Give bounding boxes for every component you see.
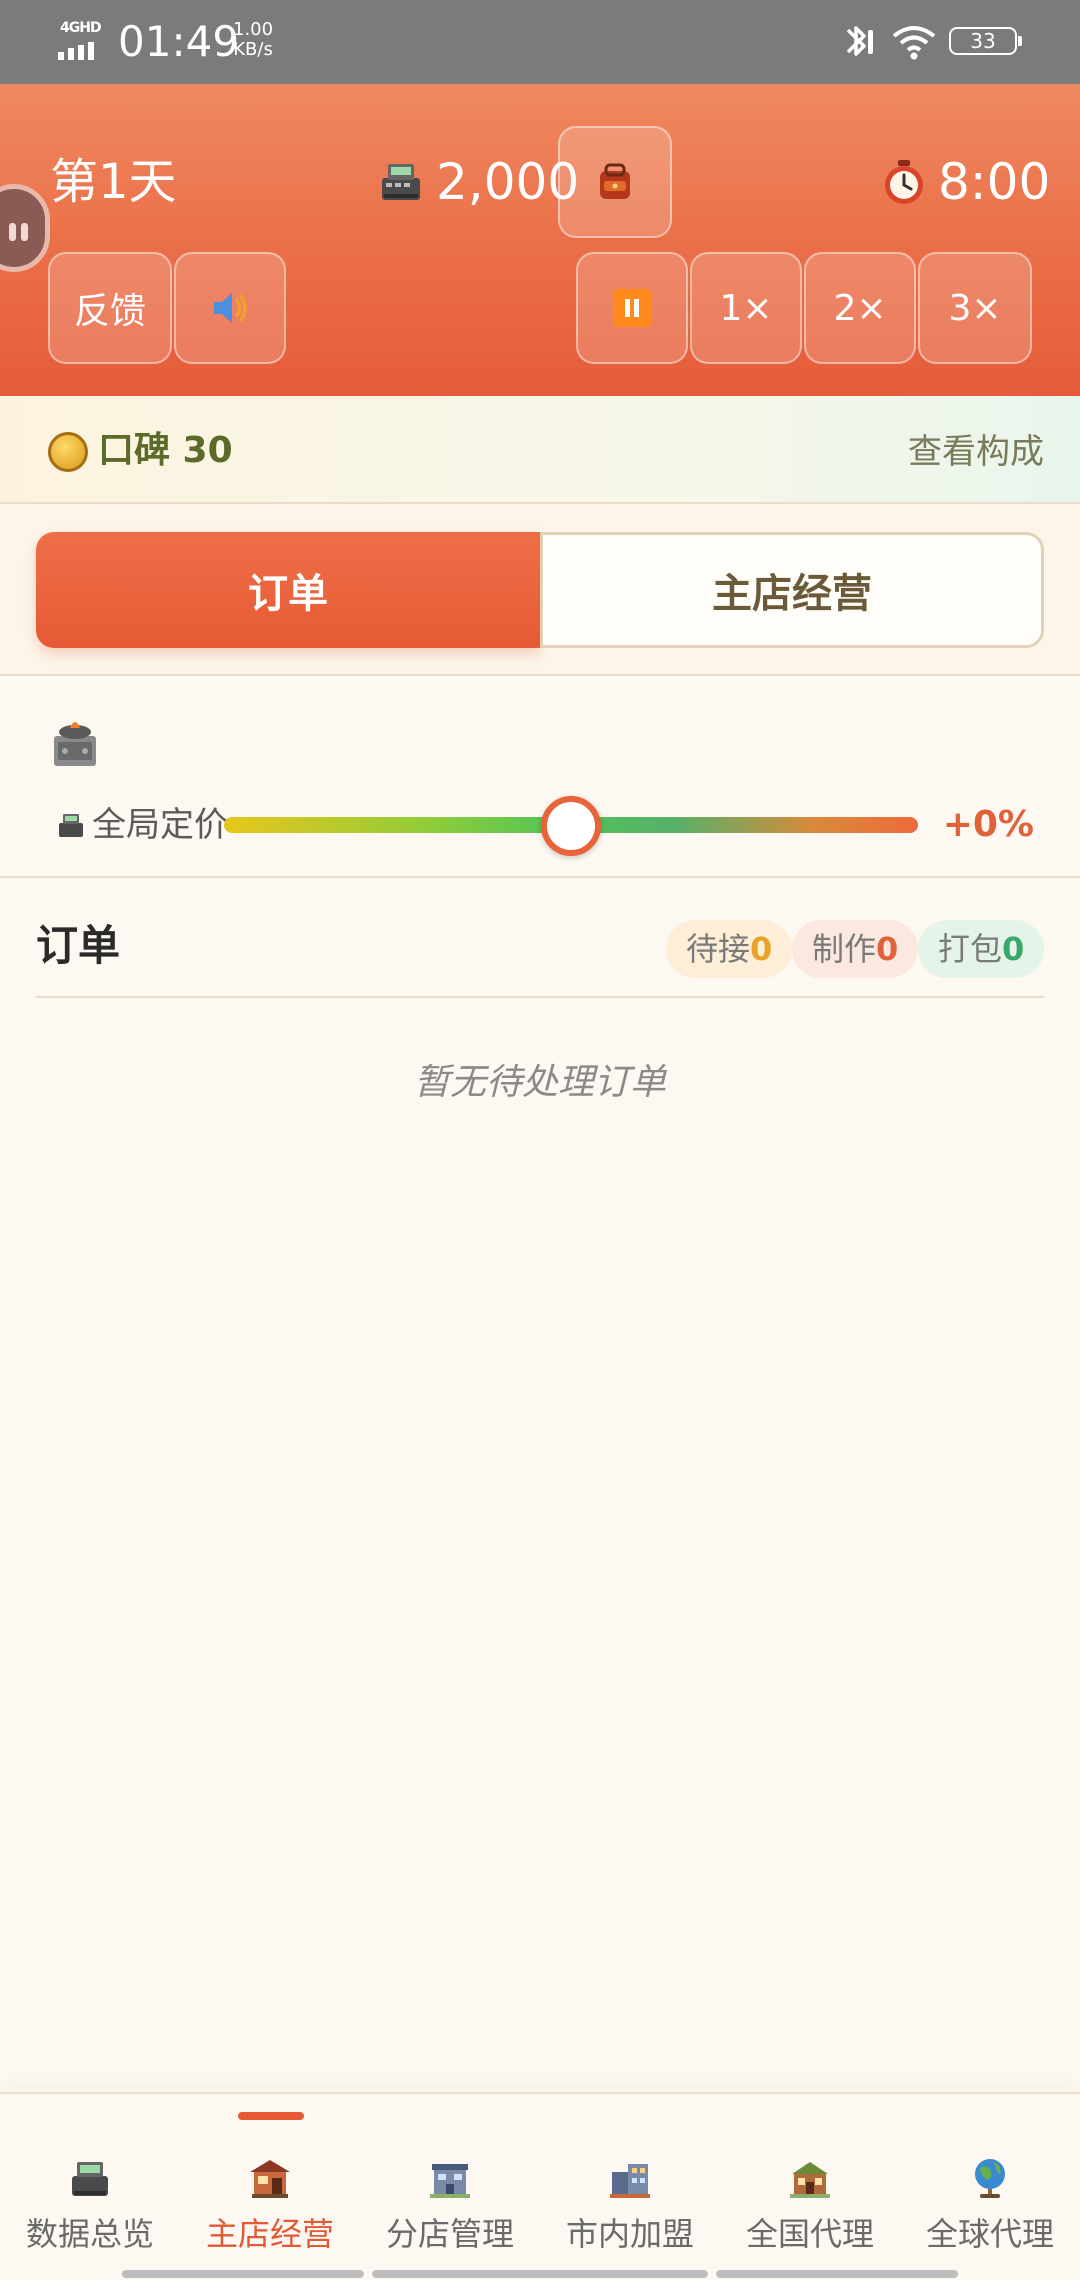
nav-global-agency[interactable]: 全球代理 (900, 2094, 1080, 2280)
network-speed-unit: KB/s (233, 39, 273, 60)
reputation-bar: 口碑 30 查看构成 (0, 396, 1080, 504)
reputation-value: 口碑 30 (98, 430, 233, 471)
pricing-value: +0% (942, 804, 1034, 845)
speed-1x-button[interactable]: 1× (690, 252, 802, 364)
nav-label: 全国代理 (745, 2215, 874, 2253)
network-type: 4GHD (60, 20, 102, 36)
inventory-button[interactable] (558, 126, 672, 238)
game-clock: 8:00 (938, 153, 1051, 211)
reputation-coin-icon (48, 432, 88, 472)
pause-button[interactable] (576, 252, 688, 364)
bluetooth-icon (846, 26, 873, 56)
speed-3x-button[interactable]: 3× (918, 252, 1032, 364)
nav-city-franchise[interactable]: 市内加盟 (540, 2094, 720, 2280)
stove-icon (54, 722, 96, 766)
pricing-section: 全局定价 +0% (0, 676, 1080, 878)
nav-main-store[interactable]: 主店经营 (180, 2094, 360, 2280)
empty-orders-message: 暂无待处理订单 (413, 1062, 666, 1103)
nav-label: 全球代理 (925, 2215, 1054, 2253)
cellular-signal-icon: 4GHD (58, 20, 104, 60)
floating-handle[interactable] (0, 184, 50, 272)
city-building-icon (610, 2164, 650, 2198)
speed-2x-button[interactable]: 2× (804, 252, 916, 364)
system-nav-bar-segment (716, 2270, 958, 2278)
global-pricing-label: 全局定价 (92, 805, 228, 845)
network-speed-value: 1.00 (233, 19, 274, 40)
shop-icon (250, 2160, 290, 2198)
nav-data-overview[interactable]: 数据总览 (0, 2094, 180, 2280)
status-badge-cooking: 制作0 (792, 920, 919, 978)
status-badge-pending: 待接0 (666, 920, 793, 978)
tab-bar: 订单 主店经营 (0, 504, 1080, 676)
nav-label: 数据总览 (25, 2215, 154, 2253)
orders-heading: 订单 (36, 921, 121, 970)
nav-label: 主店经营 (205, 2215, 334, 2253)
pricing-slider-thumb[interactable] (541, 796, 601, 856)
nav-branch-management[interactable]: 分店管理 (360, 2094, 540, 2280)
status-time: 01:49 (118, 17, 240, 66)
branch-building-icon (430, 2164, 470, 2198)
bottom-navigation: 数据总览 主店经营 分店管理 市内加盟 全国代理 全球代理 (0, 2092, 1080, 2280)
system-nav-bar-segment (122, 2270, 364, 2278)
nav-national-agency[interactable]: 全国代理 (720, 2094, 900, 2280)
feedback-button[interactable]: 反馈 (48, 252, 172, 364)
country-building-icon (790, 2162, 830, 2198)
view-composition-link[interactable]: 查看构成 (908, 428, 1044, 476)
status-bar: 4GHD 01:49 1.00 KB/s 33 (0, 0, 1080, 84)
battery-icon: 33 (949, 27, 1022, 55)
speaker-icon (214, 293, 247, 323)
status-badge-packing: 打包0 (918, 920, 1045, 978)
nav-label: 市内加盟 (565, 2215, 694, 2253)
system-nav-bar-segment (372, 2270, 708, 2278)
tab-main-store[interactable]: 主店经营 (540, 532, 1044, 648)
network-speed: 1.00 KB/s (233, 20, 273, 60)
orders-divider (36, 996, 1044, 998)
game-header: 第1天 2,000 8:00 反馈 1× 2× 3× (0, 84, 1080, 396)
backpack-icon (600, 163, 630, 199)
globe-icon (975, 2159, 1005, 2198)
cash-register-icon (382, 164, 420, 200)
alarm-clock-icon (885, 160, 923, 204)
cash-register-small-icon (59, 814, 83, 837)
day-counter: 第1天 (50, 154, 177, 210)
pause-icon (613, 289, 651, 327)
tab-orders[interactable]: 订单 (36, 532, 540, 648)
wifi-icon (892, 26, 936, 60)
cash-register-icon (72, 2162, 108, 2196)
sound-toggle-button[interactable] (174, 252, 286, 364)
nav-label: 分店管理 (385, 2215, 514, 2253)
